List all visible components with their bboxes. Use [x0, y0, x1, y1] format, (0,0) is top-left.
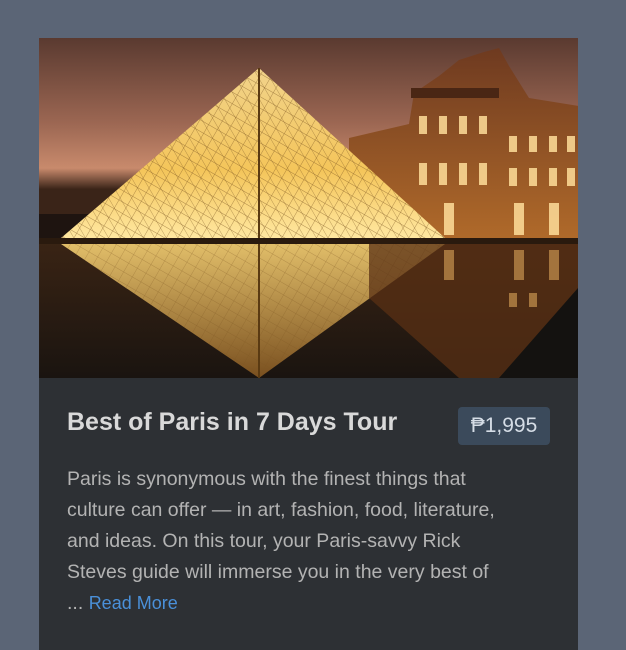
- description-line: Paris is synonymous with the finest thin…: [67, 468, 466, 490]
- ellipsis: ...: [67, 592, 84, 614]
- tour-description: Paris is synonymous with the finest thin…: [67, 464, 557, 619]
- tour-title: Best of Paris in 7 Days Tour: [67, 408, 398, 436]
- description-line: and ideas. On this tour, your Paris-savv…: [67, 530, 461, 552]
- tour-photo: [39, 38, 578, 378]
- description-last-line: ... Read More: [67, 588, 557, 619]
- tour-card: Best of Paris in 7 Days Tour ₱1,995 Pari…: [39, 38, 578, 650]
- read-more-link[interactable]: Read More: [89, 593, 178, 613]
- description-line: culture can offer — in art, fashion, foo…: [67, 499, 495, 521]
- price-badge: ₱1,995: [458, 407, 550, 445]
- description-line: Steves guide will immerse you in the ver…: [67, 561, 489, 583]
